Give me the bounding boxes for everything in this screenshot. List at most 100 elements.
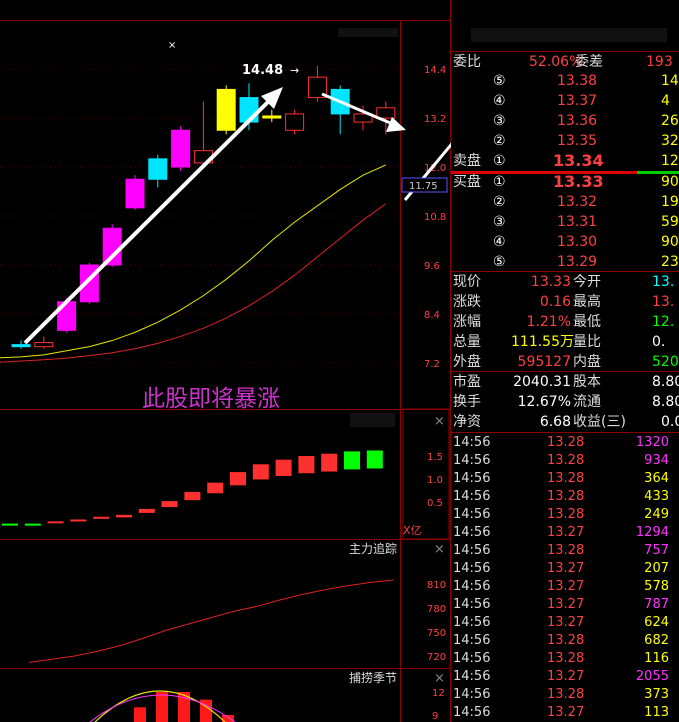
- stat-label: 涨幅: [453, 314, 481, 330]
- cursor-marker: ×: [168, 40, 176, 51]
- stat-label: 最高: [573, 294, 601, 310]
- tick-row: 14:56 13.28 1320: [451, 434, 679, 452]
- tick-time: 14:56: [453, 633, 491, 648]
- tick-row: 14:56 13.28 682: [451, 632, 679, 650]
- ask-volume: 4: [661, 93, 670, 109]
- fund-label: 净资: [453, 414, 481, 430]
- tick-volume: 757: [644, 543, 669, 558]
- stat-value: 13.: [652, 294, 675, 310]
- ask-volume: 26: [661, 113, 679, 129]
- ask-label: 卖盘: [453, 153, 481, 169]
- fund-label: 市盈: [453, 374, 481, 390]
- tick-price: 13.27: [547, 525, 585, 540]
- tick-row: 14:56 13.27 787: [451, 596, 679, 614]
- fund-label: 流通: [573, 394, 601, 410]
- bid-price: 13.31: [557, 214, 598, 230]
- stat-value: 595127: [517, 354, 571, 370]
- tick-volume: 2055: [635, 669, 669, 684]
- price-axis-label: 7.2: [424, 359, 440, 370]
- season-bar: [134, 707, 146, 722]
- ask-level: ①: [493, 153, 506, 169]
- candle-body: [125, 178, 145, 209]
- tick-price: 13.27: [547, 669, 585, 684]
- tick-time: 14:56: [453, 525, 491, 540]
- stat-value: 13.: [652, 274, 675, 290]
- volume-bar: [298, 456, 315, 474]
- bid-volume: 59: [661, 214, 679, 230]
- tracker-title: 主力追踪: [349, 541, 397, 556]
- stat-value: 12.: [652, 314, 675, 330]
- volume-bar: [24, 523, 41, 526]
- tick-time: 14:56: [453, 435, 491, 450]
- volume-bar: [344, 451, 360, 470]
- tick-time: 14:56: [453, 669, 491, 684]
- tick-row: 14:56 13.28 757: [451, 542, 679, 560]
- stat-row: 总量 111.55万 量比 0.: [451, 332, 679, 352]
- season-bar: [156, 692, 168, 722]
- tick-volume: 578: [644, 579, 669, 594]
- volume-unit: X亿: [403, 524, 422, 537]
- ask-level: ⑤: [493, 73, 506, 89]
- tick-row: 14:56 13.27 1294: [451, 524, 679, 542]
- stat-value: 0.16: [539, 294, 571, 310]
- tick-volume: 433: [644, 489, 669, 504]
- price-axis-label: 13.2: [424, 114, 446, 125]
- stat-row: 涨跌 0.16 最高 13.: [451, 292, 679, 312]
- close-icon[interactable]: ×: [434, 542, 445, 557]
- fund-value: 12.67%: [517, 394, 571, 410]
- fund-value: 0.0: [661, 414, 679, 430]
- candle-body: [102, 227, 122, 266]
- tick-price: 13.28: [547, 471, 585, 486]
- ask-level: ④: [493, 93, 506, 109]
- tick-volume: 249: [644, 507, 669, 522]
- bid-price: 13.30: [557, 234, 598, 250]
- tick-time: 14:56: [453, 651, 491, 666]
- tick-time: 14:56: [453, 507, 491, 522]
- tick-price: 13.28: [547, 489, 585, 504]
- title-mask: [350, 413, 395, 427]
- volume-bar: [138, 508, 155, 513]
- ask-row: 卖盘 ① 13.34 12: [451, 151, 679, 171]
- divider: [451, 432, 679, 433]
- close-icon[interactable]: ×: [434, 671, 445, 686]
- tick-price: 13.28: [547, 543, 585, 558]
- kline-chart[interactable]: 14.413.212.010.89.68.47.21.51.00.5810780…: [0, 0, 451, 722]
- ask-row: ⑤ 13.38 14: [451, 71, 679, 91]
- volume-bar: [70, 519, 87, 522]
- fund-row: 市盈 2040.31 股本 8.80: [451, 372, 679, 392]
- volume-bar: [2, 523, 18, 526]
- weibi-row: 委比 52.06% 委差 193: [451, 51, 679, 72]
- bid-row: ④ 13.30 90: [451, 232, 679, 252]
- tick-time: 14:56: [453, 453, 491, 468]
- tick-volume: 207: [644, 561, 669, 576]
- ask-row: ③ 13.36 26: [451, 111, 679, 131]
- stat-label: 最低: [573, 314, 601, 330]
- volume-bar: [366, 450, 383, 469]
- tick-time: 14:56: [453, 489, 491, 504]
- tick-price: 13.27: [547, 597, 585, 612]
- price-axis-label: 10.8: [424, 212, 446, 223]
- tick-price: 13.27: [547, 561, 585, 576]
- volume-bar: [321, 453, 338, 472]
- weicha-value: 193: [646, 54, 673, 70]
- bid-row: ⑤ 13.29 23: [451, 252, 679, 272]
- close-icon[interactable]: ×: [434, 414, 445, 429]
- tick-volume: 934: [644, 453, 669, 468]
- tick-row: 14:56 13.28 433: [451, 488, 679, 506]
- stat-row: 外盘 595127内盘 5203: [451, 352, 679, 372]
- candle-body: [171, 129, 191, 168]
- tick-row: 14:56 13.27 113: [451, 704, 679, 722]
- tracker-line: [28, 579, 394, 663]
- stock-name-mask: [471, 28, 667, 42]
- candle-body: [34, 342, 54, 348]
- tick-price: 13.28: [547, 687, 585, 702]
- tick-row: 14:56 13.28 934: [451, 452, 679, 470]
- tick-time: 14:56: [453, 597, 491, 612]
- volume-bar: [184, 491, 201, 501]
- tick-volume: 682: [644, 633, 669, 648]
- stat-label: 总量: [453, 334, 481, 350]
- tick-row: 14:56 13.28 116: [451, 650, 679, 668]
- ask-volume: 14: [661, 73, 679, 89]
- candle-body: [11, 344, 31, 348]
- volume-axis-label: 0.5: [427, 498, 443, 509]
